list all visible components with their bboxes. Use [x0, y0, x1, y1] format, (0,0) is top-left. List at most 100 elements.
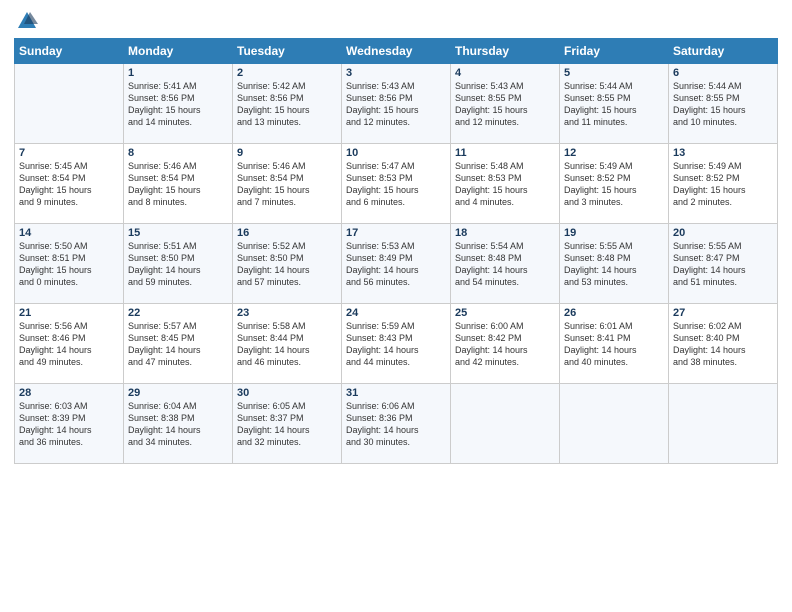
calendar-cell: 27Sunrise: 6:02 AM Sunset: 8:40 PM Dayli…	[669, 304, 778, 384]
calendar-cell: 20Sunrise: 5:55 AM Sunset: 8:47 PM Dayli…	[669, 224, 778, 304]
calendar-cell	[15, 64, 124, 144]
cell-content: Sunrise: 5:55 AM Sunset: 8:48 PM Dayligh…	[564, 240, 664, 289]
day-number: 10	[346, 147, 446, 159]
cell-content: Sunrise: 5:51 AM Sunset: 8:50 PM Dayligh…	[128, 240, 228, 289]
calendar-header-row: SundayMondayTuesdayWednesdayThursdayFrid…	[15, 39, 778, 64]
cell-content: Sunrise: 5:43 AM Sunset: 8:56 PM Dayligh…	[346, 80, 446, 129]
logo	[14, 10, 38, 32]
day-number: 31	[346, 387, 446, 399]
calendar-week-row: 1Sunrise: 5:41 AM Sunset: 8:56 PM Daylig…	[15, 64, 778, 144]
day-number: 12	[564, 147, 664, 159]
calendar-cell: 17Sunrise: 5:53 AM Sunset: 8:49 PM Dayli…	[342, 224, 451, 304]
cell-content: Sunrise: 5:46 AM Sunset: 8:54 PM Dayligh…	[237, 160, 337, 209]
calendar-cell: 11Sunrise: 5:48 AM Sunset: 8:53 PM Dayli…	[451, 144, 560, 224]
header-friday: Friday	[560, 39, 669, 64]
day-number: 30	[237, 387, 337, 399]
day-number: 21	[19, 307, 119, 319]
cell-content: Sunrise: 5:45 AM Sunset: 8:54 PM Dayligh…	[19, 160, 119, 209]
header-tuesday: Tuesday	[233, 39, 342, 64]
cell-content: Sunrise: 5:54 AM Sunset: 8:48 PM Dayligh…	[455, 240, 555, 289]
cell-content: Sunrise: 5:50 AM Sunset: 8:51 PM Dayligh…	[19, 240, 119, 289]
calendar-cell: 7Sunrise: 5:45 AM Sunset: 8:54 PM Daylig…	[15, 144, 124, 224]
day-number: 20	[673, 227, 773, 239]
calendar-cell: 18Sunrise: 5:54 AM Sunset: 8:48 PM Dayli…	[451, 224, 560, 304]
cell-content: Sunrise: 5:48 AM Sunset: 8:53 PM Dayligh…	[455, 160, 555, 209]
calendar-cell	[451, 384, 560, 464]
day-number: 6	[673, 67, 773, 79]
day-number: 16	[237, 227, 337, 239]
day-number: 28	[19, 387, 119, 399]
day-number: 15	[128, 227, 228, 239]
cell-content: Sunrise: 6:00 AM Sunset: 8:42 PM Dayligh…	[455, 320, 555, 369]
calendar-cell: 3Sunrise: 5:43 AM Sunset: 8:56 PM Daylig…	[342, 64, 451, 144]
cell-content: Sunrise: 5:52 AM Sunset: 8:50 PM Dayligh…	[237, 240, 337, 289]
day-number: 13	[673, 147, 773, 159]
calendar-cell	[560, 384, 669, 464]
day-number: 22	[128, 307, 228, 319]
day-number: 11	[455, 147, 555, 159]
calendar-cell	[669, 384, 778, 464]
cell-content: Sunrise: 6:01 AM Sunset: 8:41 PM Dayligh…	[564, 320, 664, 369]
calendar-cell: 16Sunrise: 5:52 AM Sunset: 8:50 PM Dayli…	[233, 224, 342, 304]
calendar-week-row: 28Sunrise: 6:03 AM Sunset: 8:39 PM Dayli…	[15, 384, 778, 464]
calendar-week-row: 21Sunrise: 5:56 AM Sunset: 8:46 PM Dayli…	[15, 304, 778, 384]
calendar-cell: 10Sunrise: 5:47 AM Sunset: 8:53 PM Dayli…	[342, 144, 451, 224]
day-number: 25	[455, 307, 555, 319]
calendar-cell: 30Sunrise: 6:05 AM Sunset: 8:37 PM Dayli…	[233, 384, 342, 464]
day-number: 4	[455, 67, 555, 79]
day-number: 3	[346, 67, 446, 79]
cell-content: Sunrise: 5:53 AM Sunset: 8:49 PM Dayligh…	[346, 240, 446, 289]
calendar-cell: 22Sunrise: 5:57 AM Sunset: 8:45 PM Dayli…	[124, 304, 233, 384]
calendar-cell: 26Sunrise: 6:01 AM Sunset: 8:41 PM Dayli…	[560, 304, 669, 384]
calendar-cell: 25Sunrise: 6:00 AM Sunset: 8:42 PM Dayli…	[451, 304, 560, 384]
cell-content: Sunrise: 5:42 AM Sunset: 8:56 PM Dayligh…	[237, 80, 337, 129]
header-sunday: Sunday	[15, 39, 124, 64]
day-number: 27	[673, 307, 773, 319]
day-number: 2	[237, 67, 337, 79]
day-number: 7	[19, 147, 119, 159]
cell-content: Sunrise: 6:03 AM Sunset: 8:39 PM Dayligh…	[19, 400, 119, 449]
cell-content: Sunrise: 5:56 AM Sunset: 8:46 PM Dayligh…	[19, 320, 119, 369]
day-number: 23	[237, 307, 337, 319]
cell-content: Sunrise: 6:05 AM Sunset: 8:37 PM Dayligh…	[237, 400, 337, 449]
header-wednesday: Wednesday	[342, 39, 451, 64]
cell-content: Sunrise: 6:02 AM Sunset: 8:40 PM Dayligh…	[673, 320, 773, 369]
header	[14, 10, 778, 32]
calendar-cell: 31Sunrise: 6:06 AM Sunset: 8:36 PM Dayli…	[342, 384, 451, 464]
calendar-cell: 14Sunrise: 5:50 AM Sunset: 8:51 PM Dayli…	[15, 224, 124, 304]
cell-content: Sunrise: 6:04 AM Sunset: 8:38 PM Dayligh…	[128, 400, 228, 449]
calendar-cell: 6Sunrise: 5:44 AM Sunset: 8:55 PM Daylig…	[669, 64, 778, 144]
day-number: 8	[128, 147, 228, 159]
calendar-cell: 2Sunrise: 5:42 AM Sunset: 8:56 PM Daylig…	[233, 64, 342, 144]
cell-content: Sunrise: 5:43 AM Sunset: 8:55 PM Dayligh…	[455, 80, 555, 129]
cell-content: Sunrise: 5:57 AM Sunset: 8:45 PM Dayligh…	[128, 320, 228, 369]
calendar-cell: 9Sunrise: 5:46 AM Sunset: 8:54 PM Daylig…	[233, 144, 342, 224]
cell-content: Sunrise: 6:06 AM Sunset: 8:36 PM Dayligh…	[346, 400, 446, 449]
header-thursday: Thursday	[451, 39, 560, 64]
cell-content: Sunrise: 5:58 AM Sunset: 8:44 PM Dayligh…	[237, 320, 337, 369]
calendar-cell: 4Sunrise: 5:43 AM Sunset: 8:55 PM Daylig…	[451, 64, 560, 144]
day-number: 9	[237, 147, 337, 159]
day-number: 1	[128, 67, 228, 79]
calendar-cell: 13Sunrise: 5:49 AM Sunset: 8:52 PM Dayli…	[669, 144, 778, 224]
calendar-cell: 29Sunrise: 6:04 AM Sunset: 8:38 PM Dayli…	[124, 384, 233, 464]
logo-icon	[16, 10, 38, 32]
calendar-cell: 23Sunrise: 5:58 AM Sunset: 8:44 PM Dayli…	[233, 304, 342, 384]
cell-content: Sunrise: 5:41 AM Sunset: 8:56 PM Dayligh…	[128, 80, 228, 129]
day-number: 14	[19, 227, 119, 239]
calendar-cell: 5Sunrise: 5:44 AM Sunset: 8:55 PM Daylig…	[560, 64, 669, 144]
calendar-cell: 19Sunrise: 5:55 AM Sunset: 8:48 PM Dayli…	[560, 224, 669, 304]
day-number: 24	[346, 307, 446, 319]
calendar-cell: 12Sunrise: 5:49 AM Sunset: 8:52 PM Dayli…	[560, 144, 669, 224]
calendar-cell: 1Sunrise: 5:41 AM Sunset: 8:56 PM Daylig…	[124, 64, 233, 144]
calendar-table: SundayMondayTuesdayWednesdayThursdayFrid…	[14, 38, 778, 464]
calendar-week-row: 7Sunrise: 5:45 AM Sunset: 8:54 PM Daylig…	[15, 144, 778, 224]
calendar-cell: 21Sunrise: 5:56 AM Sunset: 8:46 PM Dayli…	[15, 304, 124, 384]
day-number: 5	[564, 67, 664, 79]
header-monday: Monday	[124, 39, 233, 64]
cell-content: Sunrise: 5:49 AM Sunset: 8:52 PM Dayligh…	[673, 160, 773, 209]
day-number: 18	[455, 227, 555, 239]
day-number: 17	[346, 227, 446, 239]
calendar-cell: 24Sunrise: 5:59 AM Sunset: 8:43 PM Dayli…	[342, 304, 451, 384]
cell-content: Sunrise: 5:44 AM Sunset: 8:55 PM Dayligh…	[673, 80, 773, 129]
